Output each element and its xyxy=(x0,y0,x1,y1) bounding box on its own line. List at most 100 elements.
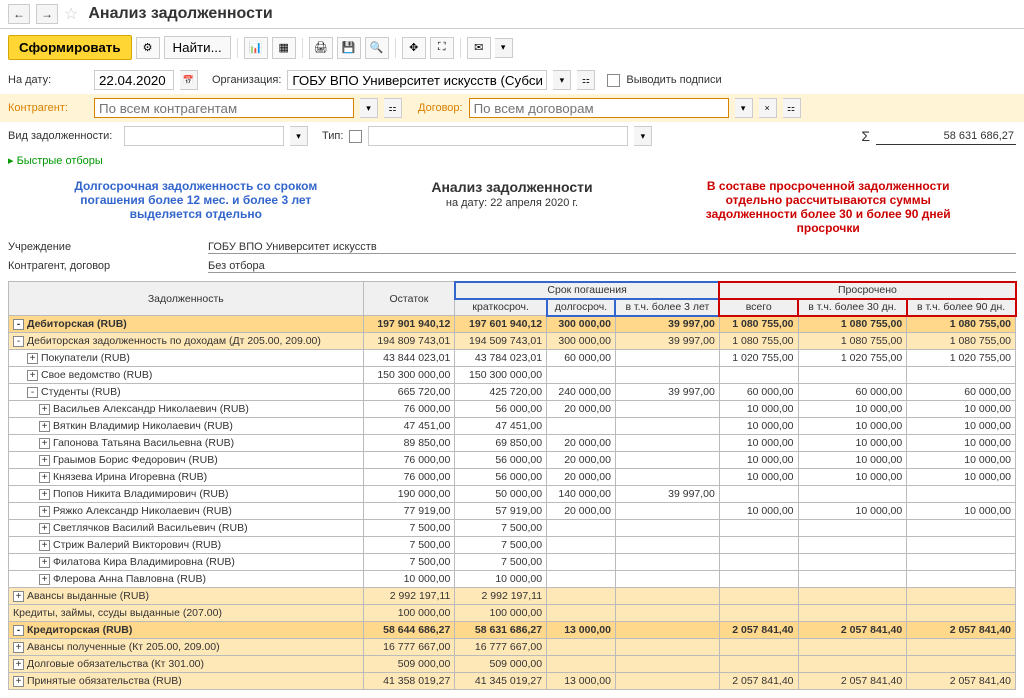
expand-icon[interactable]: ⛶ xyxy=(430,37,454,59)
row-over90: 1 020 755,00 xyxy=(907,350,1016,367)
table-row[interactable]: +Попов Никита Владимирович (RUB)190 000,… xyxy=(9,486,1016,503)
row-over90: 10 000,00 xyxy=(907,503,1016,520)
date-input[interactable] xyxy=(94,70,174,90)
table-row[interactable]: +Покупатели (RUB)43 844 023,0143 784 023… xyxy=(9,350,1016,367)
contract-dropdown[interactable]: ▾ xyxy=(735,98,753,118)
expander-icon[interactable]: + xyxy=(13,659,24,670)
expander-icon[interactable]: - xyxy=(13,336,24,347)
expander-icon[interactable]: + xyxy=(39,540,50,551)
row-over3 xyxy=(615,673,719,690)
table-row[interactable]: +Филатова Кира Владимировна (RUB)7 500,0… xyxy=(9,554,1016,571)
form-button[interactable]: Сформировать xyxy=(8,35,132,60)
table-row[interactable]: -Кредиторская (RUB)58 644 686,2758 631 6… xyxy=(9,622,1016,639)
row-long: 20 000,00 xyxy=(547,435,616,452)
sign-checkbox[interactable] xyxy=(607,74,620,87)
expander-icon[interactable]: + xyxy=(39,455,50,466)
row-short: 43 784 023,01 xyxy=(455,350,547,367)
chart-icon[interactable]: 📊 xyxy=(244,37,268,59)
table-row[interactable]: +Стриж Валерий Викторович (RUB)7 500,007… xyxy=(9,537,1016,554)
table-row[interactable]: +Вяткин Владимир Николаевич (RUB)47 451,… xyxy=(9,418,1016,435)
forward-button[interactable]: → xyxy=(36,4,58,24)
expander-icon[interactable]: + xyxy=(39,421,50,432)
debt-type-input[interactable] xyxy=(124,126,284,146)
col-total: всего xyxy=(719,299,798,316)
expander-icon[interactable]: + xyxy=(27,370,38,381)
save-icon[interactable]: 💾 xyxy=(337,37,361,59)
table-row[interactable]: +Ряжко Александр Николаевич (RUB)77 919,… xyxy=(9,503,1016,520)
row-over30: 10 000,00 xyxy=(798,469,907,486)
row-short: 56 000,00 xyxy=(455,401,547,418)
expander-icon[interactable]: + xyxy=(39,489,50,500)
debt-type-dropdown[interactable]: ▾ xyxy=(290,126,308,146)
expander-icon[interactable]: + xyxy=(39,523,50,534)
row-over30: 2 057 841,40 xyxy=(798,673,907,690)
table-row[interactable]: +Авансы выданные (RUB)2 992 197,112 992 … xyxy=(9,588,1016,605)
table-row[interactable]: +Флерова Анна Павловна (RUB)10 000,0010 … xyxy=(9,571,1016,588)
contract-input[interactable] xyxy=(469,98,729,118)
move-icon[interactable]: ✥ xyxy=(402,37,426,59)
expander-icon[interactable]: + xyxy=(39,506,50,517)
expander-icon[interactable]: + xyxy=(39,557,50,568)
table-row[interactable]: +Свое ведомство (RUB)150 300 000,00150 3… xyxy=(9,367,1016,384)
table-row[interactable]: +Долговые обязательства (Кт 301.00)509 0… xyxy=(9,656,1016,673)
type-checkbox[interactable] xyxy=(349,130,362,143)
row-long xyxy=(547,605,616,622)
expander-icon[interactable]: + xyxy=(13,676,24,687)
table-row[interactable]: +Принятые обязательства (RUB)41 358 019,… xyxy=(9,673,1016,690)
expander-icon[interactable]: + xyxy=(39,472,50,483)
zoom-icon[interactable]: 🔍 xyxy=(365,37,389,59)
table-row[interactable]: +Светлячков Василий Васильевич (RUB)7 50… xyxy=(9,520,1016,537)
expander-icon[interactable]: - xyxy=(13,319,24,330)
table-row[interactable]: +Васильев Александр Николаевич (RUB)76 0… xyxy=(9,401,1016,418)
table-row[interactable]: -Дебиторская (RUB)197 901 940,12197 601 … xyxy=(9,316,1016,333)
row-total xyxy=(719,605,798,622)
expander-icon[interactable]: - xyxy=(27,387,38,398)
row-balance: 89 850,00 xyxy=(363,435,455,452)
row-balance: 150 300 000,00 xyxy=(363,367,455,384)
row-name: +Флерова Анна Павловна (RUB) xyxy=(9,571,364,588)
star-icon[interactable]: ☆ xyxy=(64,4,78,24)
org-dropdown[interactable]: ▾ xyxy=(553,70,571,90)
table-row[interactable]: -Дебиторская задолженность по доходам (Д… xyxy=(9,333,1016,350)
type-dropdown[interactable]: ▾ xyxy=(634,126,652,146)
row-name: +Покупатели (RUB) xyxy=(9,350,364,367)
org-select-icon[interactable]: ⚏ xyxy=(577,70,595,90)
table-row[interactable]: -Студенты (RUB)665 720,00425 720,00240 0… xyxy=(9,384,1016,401)
row-name: -Дебиторская задолженность по доходам (Д… xyxy=(9,333,364,350)
contract-select-icon[interactable]: ⚏ xyxy=(783,98,801,118)
row-balance: 7 500,00 xyxy=(363,537,455,554)
expander-icon[interactable]: - xyxy=(13,625,24,636)
table-row[interactable]: +Князева Ирина Игоревна (RUB)76 000,0056… xyxy=(9,469,1016,486)
row-balance: 100 000,00 xyxy=(363,605,455,622)
expander-icon[interactable]: + xyxy=(39,574,50,585)
expander-icon[interactable]: + xyxy=(39,404,50,415)
calendar-icon[interactable]: 📅 xyxy=(180,70,198,90)
row-short: 50 000,00 xyxy=(455,486,547,503)
contractor-select-icon[interactable]: ⚏ xyxy=(384,98,402,118)
quick-filters-link[interactable]: Быстрые отборы xyxy=(0,150,1024,171)
mail-dropdown[interactable]: ▾ xyxy=(495,38,513,58)
row-balance: 7 500,00 xyxy=(363,520,455,537)
table-row[interactable]: +Граымов Борис Федорович (RUB)76 000,005… xyxy=(9,452,1016,469)
table-icon[interactable]: ▦ xyxy=(272,37,296,59)
contract-clear-icon[interactable]: × xyxy=(759,98,777,118)
row-name: +Авансы полученные (Кт 205.00, 209.00) xyxy=(9,639,364,656)
expander-icon[interactable]: + xyxy=(39,438,50,449)
org-input[interactable] xyxy=(287,70,547,90)
row-short: 47 451,00 xyxy=(455,418,547,435)
table-row[interactable]: +Авансы полученные (Кт 205.00, 209.00)16… xyxy=(9,639,1016,656)
mail-icon[interactable]: ✉ xyxy=(467,37,491,59)
table-row[interactable]: +Гапонова Татьяна Васильевна (RUB)89 850… xyxy=(9,435,1016,452)
type-input[interactable] xyxy=(368,126,628,146)
contractor-dropdown[interactable]: ▾ xyxy=(360,98,378,118)
print-icon[interactable]: 🖨 xyxy=(309,37,333,59)
expander-icon[interactable]: + xyxy=(13,591,24,602)
contractor-input[interactable] xyxy=(94,98,354,118)
expander-icon[interactable]: + xyxy=(27,353,38,364)
table-row[interactable]: Кредиты, займы, ссуды выданные (207.00)1… xyxy=(9,605,1016,622)
expander-icon[interactable]: + xyxy=(13,642,24,653)
sigma-icon: Σ xyxy=(861,128,870,144)
back-button[interactable]: ← xyxy=(8,4,30,24)
settings-icon[interactable]: ⚙ xyxy=(136,37,160,59)
find-button[interactable]: Найти... xyxy=(164,36,231,59)
